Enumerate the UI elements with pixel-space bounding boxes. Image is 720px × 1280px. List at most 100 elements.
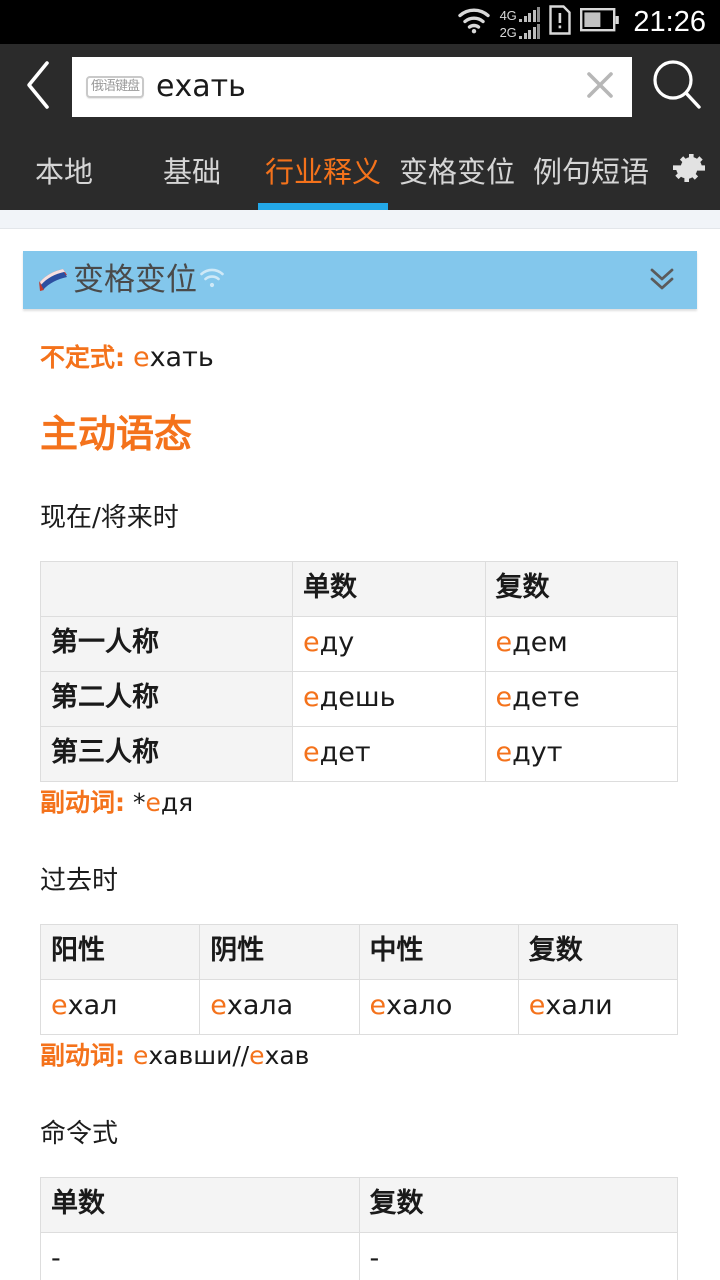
word-rest: хал <box>67 990 118 1021</box>
present-cell-1pl: едем <box>484 616 678 672</box>
wifi-small-icon <box>199 267 225 294</box>
imperative-cell-singular: - <box>40 1232 360 1280</box>
present-gerund-line: 副动词: *едя <box>40 788 696 818</box>
present-tense-table: 单数 复数 第一人称 еду едем 第二人称 едешь едете 第三人… <box>40 561 678 782</box>
word-rest: дем <box>512 627 568 658</box>
past-cell-plural: ехали <box>517 979 679 1035</box>
gear-icon <box>669 148 709 193</box>
present-cell-2sg: едешь <box>292 671 486 727</box>
past-tense-section-title: 过去时 <box>40 866 119 896</box>
back-chevron-icon <box>21 59 55 116</box>
past-header-neuter: 中性 <box>358 924 519 980</box>
status-bar: 4G 2G 21:26 <box>0 0 720 44</box>
tab-field-definition[interactable]: 行业释义 <box>256 130 390 210</box>
word-rest: хала <box>226 990 294 1021</box>
past-cell-feminine: ехала <box>199 979 360 1035</box>
search-input[interactable]: 俄语键盘 ехать <box>72 57 632 117</box>
tab-field-definition-label: 行业释义 <box>264 155 381 189</box>
signal-bars-4g <box>519 6 541 22</box>
present-header-singular: 单数 <box>292 561 486 617</box>
tab-basic[interactable]: 基础 <box>128 130 256 210</box>
signal-bars-2g <box>519 23 541 39</box>
past-header-masculine: 阳性 <box>39 924 201 980</box>
tab-conjugation-label: 变格变位 <box>398 155 515 189</box>
present-row-person-2: 第二人称 <box>40 671 293 727</box>
network-label-4g: 4G <box>499 7 517 23</box>
past-gerund-line: 副动词: ехавши//ехав <box>40 1041 696 1071</box>
content-area: 变格变位 不定式: ехать 主动语态 现在/将来时 单数 复数 第一人称 е… <box>0 251 720 1280</box>
past-tense-table: 阳性 阴性 中性 复数 ехал ехала ехало ехали <box>39 924 679 1035</box>
accent-letter: е <box>132 1041 149 1070</box>
signal-row-4g: 4G <box>499 6 541 23</box>
imperative-header-plural: 复数 <box>358 1177 678 1233</box>
double-chevron-down-icon[interactable] <box>645 261 679 300</box>
present-cell-1sg: еду <box>292 616 486 672</box>
active-voice-title: 主动语态 <box>40 412 193 456</box>
signal-icon: 4G 2G <box>500 5 541 40</box>
book-flag-icon <box>37 263 71 298</box>
tab-conjugation[interactable]: 变格变位 <box>390 130 524 210</box>
accent-letter: е <box>528 990 546 1021</box>
conjugation-card-header[interactable]: 变格变位 <box>23 251 697 309</box>
table-header-row: 单数 复数 <box>40 561 678 617</box>
back-button[interactable] <box>4 44 72 130</box>
accent-letter: е <box>495 682 513 713</box>
word-rest: ду <box>319 627 355 658</box>
search-icon <box>649 57 705 118</box>
table-row: 第二人称 едешь едете <box>40 671 678 727</box>
past-header-feminine: 阴性 <box>199 924 360 980</box>
present-gerund-label: 副动词: <box>40 788 125 817</box>
battery-icon <box>580 7 620 37</box>
status-clock: 21:26 <box>633 5 706 38</box>
present-future-section-title: 现在/将来时 <box>40 503 179 533</box>
word-rest: дете <box>512 682 580 713</box>
search-submit-button[interactable] <box>642 44 712 130</box>
app-screen: 4G 2G 21:26 俄语键盘 ехать 本地 基础 行业释义 变格变位 例… <box>0 0 720 1280</box>
accent-letter: е <box>495 737 513 768</box>
clear-search-button[interactable] <box>578 65 622 109</box>
accent-letter: е <box>210 990 227 1021</box>
russian-keyboard-badge[interactable]: 俄语键盘 <box>86 76 145 98</box>
table-header-row: 单数 复数 <box>40 1177 678 1233</box>
accent-letter: е <box>303 682 320 713</box>
past-cell-masculine: ехал <box>39 979 201 1035</box>
tab-examples-label: 例句短语 <box>532 155 649 189</box>
accent-letter: е <box>303 737 320 768</box>
table-row: 第一人称 еду едем <box>40 616 678 672</box>
tab-basic-label: 基础 <box>162 155 221 189</box>
past-gerund-label: 副动词: <box>40 1041 125 1070</box>
table-header-row: 阳性 阴性 中性 复数 <box>39 924 679 980</box>
present-cell-3sg: едет <box>292 726 486 782</box>
past-header-plural: 复数 <box>517 924 679 980</box>
present-row-person-1: 第一人称 <box>40 616 293 672</box>
accent-letter: е <box>51 990 68 1021</box>
status-icon-group: 4G 2G 21:26 <box>457 4 706 40</box>
accent-letter: е <box>249 1041 265 1070</box>
word-rest: дя <box>160 788 194 817</box>
tab-examples[interactable]: 例句短语 <box>524 130 658 210</box>
accent-letter: е <box>303 627 320 658</box>
accent-letter: е <box>495 627 513 658</box>
imperative-cell-plural: - <box>358 1232 678 1280</box>
card-title: 变格变位 <box>73 262 197 298</box>
imperative-table: 单数 复数 - - <box>40 1177 678 1280</box>
present-header-plural: 复数 <box>484 561 678 617</box>
tab-local-label: 本地 <box>34 155 93 189</box>
imperative-section-title: 命令式 <box>40 1119 119 1149</box>
infinitive-rest: хать <box>149 342 214 373</box>
past-cell-neuter: ехало <box>358 979 519 1035</box>
network-label-2g: 2G <box>499 24 517 40</box>
signal-row-2g: 2G <box>499 23 541 40</box>
settings-button[interactable] <box>658 130 720 210</box>
search-bar: 俄语键盘 ехать <box>0 44 720 130</box>
gerund-prefix: * <box>132 788 146 817</box>
clear-icon <box>583 68 617 107</box>
word-rest: хав <box>264 1041 310 1070</box>
present-cell-3pl: едут <box>484 726 678 782</box>
present-header-blank <box>40 561 293 617</box>
sim-card-icon <box>549 4 572 40</box>
tab-local[interactable]: 本地 <box>0 130 128 210</box>
toolbar-divider-strip <box>0 210 720 229</box>
word-rest: хало <box>386 990 453 1021</box>
present-gerund-value: *едя <box>133 788 193 817</box>
